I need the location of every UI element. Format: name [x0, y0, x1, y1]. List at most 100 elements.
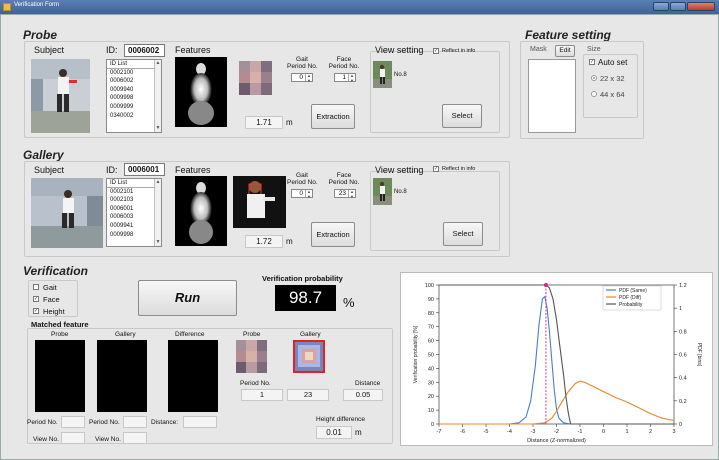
probe-view-thumbnail[interactable]	[373, 61, 392, 88]
gallery-id-list[interactable]: ID List 0002101 0002103 0006001 0006003 …	[106, 178, 162, 247]
spinner-arrows-icon[interactable]: ▲ ▼	[348, 189, 355, 198]
size-radio-44x64[interactable]	[591, 91, 597, 97]
maximize-button[interactable]	[670, 2, 686, 11]
gait-gallery-view-field	[123, 432, 147, 444]
matched-face-gallery-image	[293, 340, 325, 373]
close-button[interactable]	[687, 2, 715, 11]
y-tick-label: 70	[428, 325, 434, 331]
list-item[interactable]: 0002103	[107, 196, 161, 205]
probe-gait-period-spinner[interactable]: 0 ▲ ▼	[291, 73, 313, 82]
probe-subject-photo	[31, 59, 90, 133]
x-tick-label: -4	[507, 429, 512, 435]
list-item[interactable]: 0009998	[107, 94, 161, 103]
gallery-id-field[interactable]: 0006001	[124, 163, 165, 176]
probe-id-list[interactable]: ID List 0002100 0006002 0009940 0009998 …	[106, 59, 162, 133]
probe-face-image	[239, 61, 272, 95]
legend-label: PDF (Same)	[619, 288, 647, 294]
scroll-down-icon[interactable]: ▼	[155, 239, 161, 246]
probe-height-unit: m	[286, 118, 293, 127]
spinner-arrows-icon[interactable]: ▲ ▼	[348, 73, 355, 82]
app-icon	[3, 3, 11, 11]
window-title: Verification Form	[14, 2, 60, 8]
gallery-list-scrollbar[interactable]: ▲ ▼	[154, 179, 161, 246]
probe-view-setting-label: View setting	[375, 45, 424, 55]
probe-face-period-spinner[interactable]: 1 ▲ ▼	[334, 73, 356, 82]
col-gallery-label: Gallery	[115, 331, 136, 338]
probe-id-label: ID:	[106, 45, 118, 55]
period-no-label: Period No.	[240, 380, 271, 387]
mask-edit-button[interactable]: Edit	[555, 45, 575, 57]
x-tick-label: -2	[554, 429, 559, 435]
x-axis-label: Distance (Z-normalized)	[527, 438, 586, 444]
gait-label: Gait	[43, 283, 57, 292]
label-line: Period No.	[328, 179, 360, 186]
list-item[interactable]: 0006002	[107, 77, 161, 86]
size-option-label: 22 x 32	[600, 74, 625, 83]
gallery-view-thumbnail[interactable]	[373, 178, 392, 205]
matched-gallery-image	[97, 340, 147, 412]
size-radio-22x32[interactable]	[591, 75, 597, 81]
gallery-features-label: Features	[175, 165, 211, 175]
list-item[interactable]: 0006001	[107, 205, 161, 214]
label-line: Period No.	[287, 63, 318, 70]
y2-axis-label: PDF [bins]	[696, 343, 702, 367]
label-line: Gait	[296, 56, 308, 63]
height-difference-label: Height difference	[316, 416, 366, 423]
gait-probe-view-field	[61, 432, 85, 444]
list-item[interactable]: 0006003	[107, 213, 161, 222]
auto-set-checkbox[interactable]: ✓	[589, 59, 595, 65]
list-item[interactable]: 0009999	[107, 103, 161, 112]
probe-gait-energy-image	[175, 57, 227, 127]
height-label: Height	[43, 307, 65, 316]
scroll-down-icon[interactable]: ▼	[155, 125, 161, 132]
probability-unit: %	[343, 295, 355, 310]
face-checkbox[interactable]: ✓	[33, 296, 39, 302]
verification-chart: -7 -6 -5 -4 -3 -2 -1 0 1 2 3 0 10 20 30 40 50 60 70 80 90 100…	[400, 272, 713, 446]
matched-probe-image	[35, 340, 85, 412]
probe-list-scrollbar[interactable]: ▲ ▼	[154, 60, 161, 132]
y-tick-label: 40	[428, 366, 434, 372]
size-label: Size	[587, 46, 601, 53]
list-item[interactable]: 0002100	[107, 69, 161, 78]
list-item[interactable]: 0009998	[107, 231, 161, 240]
legend-label: PDF (Diff)	[619, 295, 641, 301]
scroll-up-icon[interactable]: ▲	[155, 179, 161, 186]
gait-gallery-period-field	[123, 416, 147, 428]
list-item[interactable]: 0009940	[107, 86, 161, 95]
spinner-value: 0	[299, 74, 303, 81]
list-item[interactable]: 0002101	[107, 188, 161, 197]
spinner-arrows-icon[interactable]: ▲ ▼	[305, 189, 312, 198]
minimize-button[interactable]	[653, 2, 669, 11]
probe-extraction-button[interactable]: Extraction	[311, 104, 355, 129]
gait-probe-period-field	[61, 416, 85, 428]
list-item[interactable]: 0009941	[107, 222, 161, 231]
probe-select-button[interactable]: Select	[442, 104, 482, 128]
y-tick-label: 100	[425, 283, 434, 289]
y-tick-label: 20	[428, 394, 434, 400]
list-item[interactable]: 0340002	[107, 112, 161, 121]
gallery-gait-period-spinner[interactable]: 0 ▲ ▼	[291, 189, 313, 198]
gait-probe-period-label: Period No.	[27, 419, 58, 426]
y-tick-label: 90	[428, 297, 434, 303]
gallery-select-button[interactable]: Select	[443, 222, 483, 246]
gait-probe-view-label: View No.	[33, 436, 59, 443]
verification-title: Verification	[23, 264, 88, 278]
y2-tick-label: 1	[679, 306, 682, 312]
face-probe-label: Probe	[243, 331, 261, 338]
gait-checkbox[interactable]	[33, 284, 39, 290]
x-tick-label: -1	[578, 429, 583, 435]
spinner-arrows-icon[interactable]: ▲ ▼	[305, 73, 312, 82]
scroll-up-icon[interactable]: ▲	[155, 60, 161, 67]
gallery-face-period-spinner[interactable]: 23 ▲ ▼	[334, 189, 356, 198]
label-line: Period No.	[328, 63, 360, 70]
probe-id-field[interactable]: 0006002	[124, 44, 165, 57]
col-difference-label: Difference	[175, 331, 205, 338]
probe-reflect-checkbox[interactable]: ✓	[433, 48, 439, 54]
gallery-extraction-button[interactable]: Extraction	[311, 222, 355, 247]
height-checkbox[interactable]: ✓	[33, 308, 39, 314]
run-button[interactable]: Run	[138, 280, 237, 316]
x-tick-label: -3	[531, 429, 536, 435]
height-difference-readout: 0.01	[316, 426, 352, 439]
gallery-reflect-checkbox[interactable]: ✓	[433, 166, 439, 172]
gallery-subject-photo	[31, 178, 103, 248]
